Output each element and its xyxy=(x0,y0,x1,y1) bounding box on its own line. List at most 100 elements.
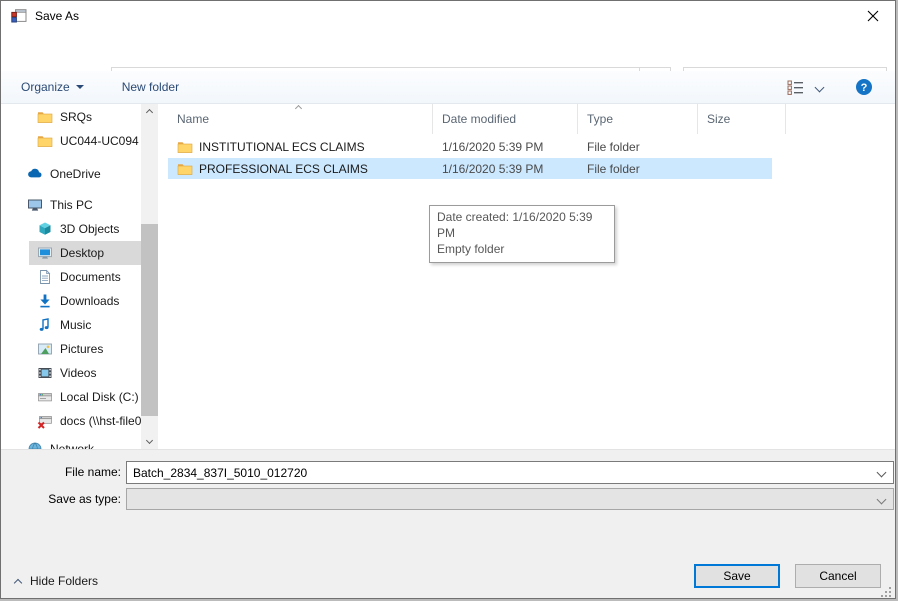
sidebar-item-label: docs (\\hst-file0 xyxy=(60,414,141,428)
scrollbar-thumb[interactable] xyxy=(141,224,158,416)
music-note-icon xyxy=(37,317,53,333)
column-header-size[interactable]: Size xyxy=(698,104,786,134)
sidebar-item-docs-network-drive[interactable]: docs (\\hst-file0 xyxy=(1,409,141,433)
file-name-panel: File name: Save as type: Hide Folders Sa… xyxy=(1,449,895,599)
views-dropdown-chevron-icon xyxy=(815,82,825,92)
sidebar-item-label: Pictures xyxy=(60,342,103,356)
sidebar-item-label: 3D Objects xyxy=(60,222,119,236)
onedrive-cloud-icon xyxy=(27,166,43,182)
new-folder-button[interactable]: New folder xyxy=(112,71,189,103)
file-name: PROFESSIONAL ECS CLAIMS xyxy=(199,162,368,176)
organize-dropdown-chevron-icon xyxy=(76,85,84,89)
title-bar: Save As xyxy=(1,1,895,31)
network-globe-icon xyxy=(27,441,43,449)
file-name: INSTITUTIONAL ECS CLAIMS xyxy=(199,140,365,154)
film-icon xyxy=(37,365,53,381)
sidebar-item-label: Local Disk (C:) xyxy=(60,390,139,404)
sidebar-item-label: Documents xyxy=(60,270,121,284)
sidebar-item-label: Network xyxy=(50,442,94,449)
file-name-combo[interactable] xyxy=(126,461,894,484)
download-arrow-icon xyxy=(37,293,53,309)
file-name-dropdown-button[interactable] xyxy=(869,462,893,483)
sidebar-item-label: OneDrive xyxy=(50,167,101,181)
cube-3d-icon xyxy=(37,221,53,237)
views-icon xyxy=(787,80,804,95)
save-as-type-label: Save as type: xyxy=(6,492,121,506)
organize-button[interactable]: Organize xyxy=(11,71,94,103)
close-button[interactable] xyxy=(850,1,895,31)
folder-icon xyxy=(177,139,193,155)
tooltip-date-created: Date created: 1/16/2020 5:39 PM xyxy=(437,209,607,241)
folder-icon xyxy=(177,161,193,177)
scroll-down-chevron-icon xyxy=(146,437,153,444)
sidebar-item-pictures[interactable]: Pictures xyxy=(1,337,141,361)
tooltip-empty-folder: Empty folder xyxy=(437,241,607,257)
sidebar-item-label: Videos xyxy=(60,366,96,380)
scrollbar-up-button[interactable] xyxy=(141,104,158,121)
sidebar-item-label: UC044-UC094 xyxy=(60,134,139,148)
column-headers: Name Date modified Type Size xyxy=(168,104,786,134)
resize-grip[interactable] xyxy=(881,587,891,597)
file-date-modified: 1/16/2020 5:39 PM xyxy=(433,140,578,154)
sidebar-item-documents[interactable]: Documents xyxy=(1,265,141,289)
file-name-label: File name: xyxy=(6,465,121,479)
save-as-type-dropdown-chevron-icon xyxy=(876,494,886,504)
sidebar-item-3d-objects[interactable]: 3D Objects xyxy=(1,217,141,241)
help-icon: ? xyxy=(855,78,873,96)
document-icon xyxy=(37,269,53,285)
network-drive-disconnected-icon xyxy=(37,413,53,429)
command-toolbar: Organize New folder ? xyxy=(1,71,895,104)
sidebar-item-videos[interactable]: Videos xyxy=(1,361,141,385)
sidebar-item-label: This PC xyxy=(50,198,93,212)
sidebar-item-label: Music xyxy=(60,318,91,332)
sidebar-item-label: Downloads xyxy=(60,294,119,308)
views-button[interactable] xyxy=(781,80,829,95)
file-date-modified: 1/16/2020 5:39 PM xyxy=(433,162,578,176)
sidebar-item-downloads[interactable]: Downloads xyxy=(1,289,141,313)
sidebar-item-music[interactable]: Music xyxy=(1,313,141,337)
file-row-institutional-ecs-claims[interactable]: INSTITUTIONAL ECS CLAIMS 1/16/2020 5:39 … xyxy=(168,136,772,157)
file-row-professional-ecs-claims[interactable]: PROFESSIONAL ECS CLAIMS 1/16/2020 5:39 P… xyxy=(168,158,772,179)
save-button[interactable]: Save xyxy=(694,564,780,588)
file-name-dropdown-chevron-icon xyxy=(876,468,886,478)
column-header-name[interactable]: Name xyxy=(168,104,433,134)
organize-label: Organize xyxy=(21,80,70,94)
hide-folders-chevron-icon xyxy=(14,578,22,586)
sidebar-item-uc044-uc094[interactable]: UC044-UC094 xyxy=(1,129,141,153)
sidebar-item-this-pc[interactable]: This PC xyxy=(1,193,141,217)
sidebar-item-srqs[interactable]: SRQs xyxy=(1,105,141,129)
save-as-dialog: Save As xyxy=(0,0,896,599)
sidebar-item-desktop[interactable]: Desktop xyxy=(29,241,141,265)
hard-drive-icon xyxy=(37,389,53,405)
help-button[interactable]: ? xyxy=(833,78,881,96)
file-type: File folder xyxy=(578,140,698,154)
sidebar-item-onedrive[interactable]: OneDrive xyxy=(1,162,141,186)
desktop-monitor-icon xyxy=(37,245,53,261)
scroll-up-chevron-icon xyxy=(146,109,153,116)
scrollbar-down-button[interactable] xyxy=(141,432,158,449)
sidebar-item-local-disk-c[interactable]: Local Disk (C:) xyxy=(1,385,141,409)
sidebar-item-network[interactable]: Network xyxy=(1,437,141,449)
folder-tooltip: Date created: 1/16/2020 5:39 PM Empty fo… xyxy=(429,205,615,263)
sidebar-item-label: Desktop xyxy=(60,246,104,260)
folder-icon xyxy=(37,133,53,149)
save-as-type-dropdown-button[interactable] xyxy=(869,489,893,509)
save-as-type-combo[interactable] xyxy=(126,488,894,510)
file-name-input[interactable] xyxy=(127,462,869,483)
picture-icon xyxy=(37,341,53,357)
file-type: File folder xyxy=(578,162,698,176)
folder-icon xyxy=(37,109,53,125)
window-title: Save As xyxy=(35,9,79,23)
computer-icon xyxy=(27,197,43,213)
hide-folders-label: Hide Folders xyxy=(30,574,98,588)
navigation-bar: This PC Desktop ECS CLAIM BATCHES xyxy=(1,31,895,71)
file-list: Name Date modified Type Size INSTITUTION… xyxy=(168,104,895,449)
cancel-button[interactable]: Cancel xyxy=(795,564,881,588)
hide-folders-button[interactable]: Hide Folders xyxy=(9,569,104,593)
close-icon xyxy=(867,10,879,22)
sidebar-item-label: SRQs xyxy=(60,110,92,124)
svg-text:?: ? xyxy=(861,82,868,94)
sidebar-scrollbar[interactable] xyxy=(141,104,158,449)
column-header-date-modified[interactable]: Date modified xyxy=(433,104,578,134)
column-header-type[interactable]: Type xyxy=(578,104,698,134)
